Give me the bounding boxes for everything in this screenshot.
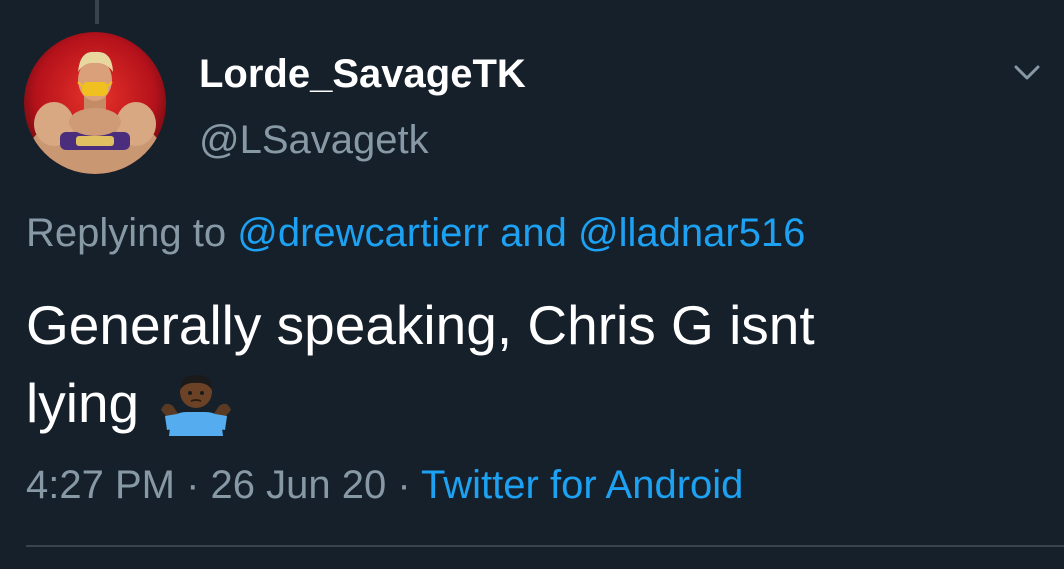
meta-separator: · bbox=[174, 463, 211, 507]
thread-connector-line bbox=[95, 0, 99, 24]
replying-to-line: Replying to @drewcartierr and @lladnar51… bbox=[26, 209, 805, 257]
tweet-date[interactable]: 26 Jun 20 bbox=[211, 463, 387, 507]
divider bbox=[26, 545, 1064, 547]
replying-to-label: Replying to bbox=[26, 211, 238, 255]
tweet-text-line-2: lying bbox=[26, 364, 1026, 442]
display-name[interactable]: Lorde_SavageTK bbox=[199, 50, 526, 98]
tweet-text-line-2-text: lying bbox=[26, 372, 140, 434]
tweet-text: Generally speaking, Chris G isnt lying bbox=[26, 286, 1026, 442]
user-handle[interactable]: @LSavagetk bbox=[199, 116, 429, 164]
person-shrugging-emoji-icon bbox=[157, 370, 235, 436]
chevron-down-icon[interactable] bbox=[1010, 58, 1044, 86]
tweet-source-link[interactable]: Twitter for Android bbox=[421, 463, 743, 507]
reply-connector[interactable]: and bbox=[489, 211, 578, 255]
tweet-text-line-1: Generally speaking, Chris G isnt bbox=[26, 294, 815, 356]
tweet-meta: 4:27 PM · 26 Jun 20 · Twitter for Androi… bbox=[26, 460, 743, 510]
avatar[interactable] bbox=[24, 32, 166, 174]
tweet-time[interactable]: 4:27 PM bbox=[26, 463, 175, 507]
reply-mention-lladnar516[interactable]: @lladnar516 bbox=[578, 211, 805, 255]
meta-separator-2: · bbox=[386, 463, 422, 507]
reply-mention-drewcartierr[interactable]: @drewcartierr bbox=[237, 211, 489, 255]
